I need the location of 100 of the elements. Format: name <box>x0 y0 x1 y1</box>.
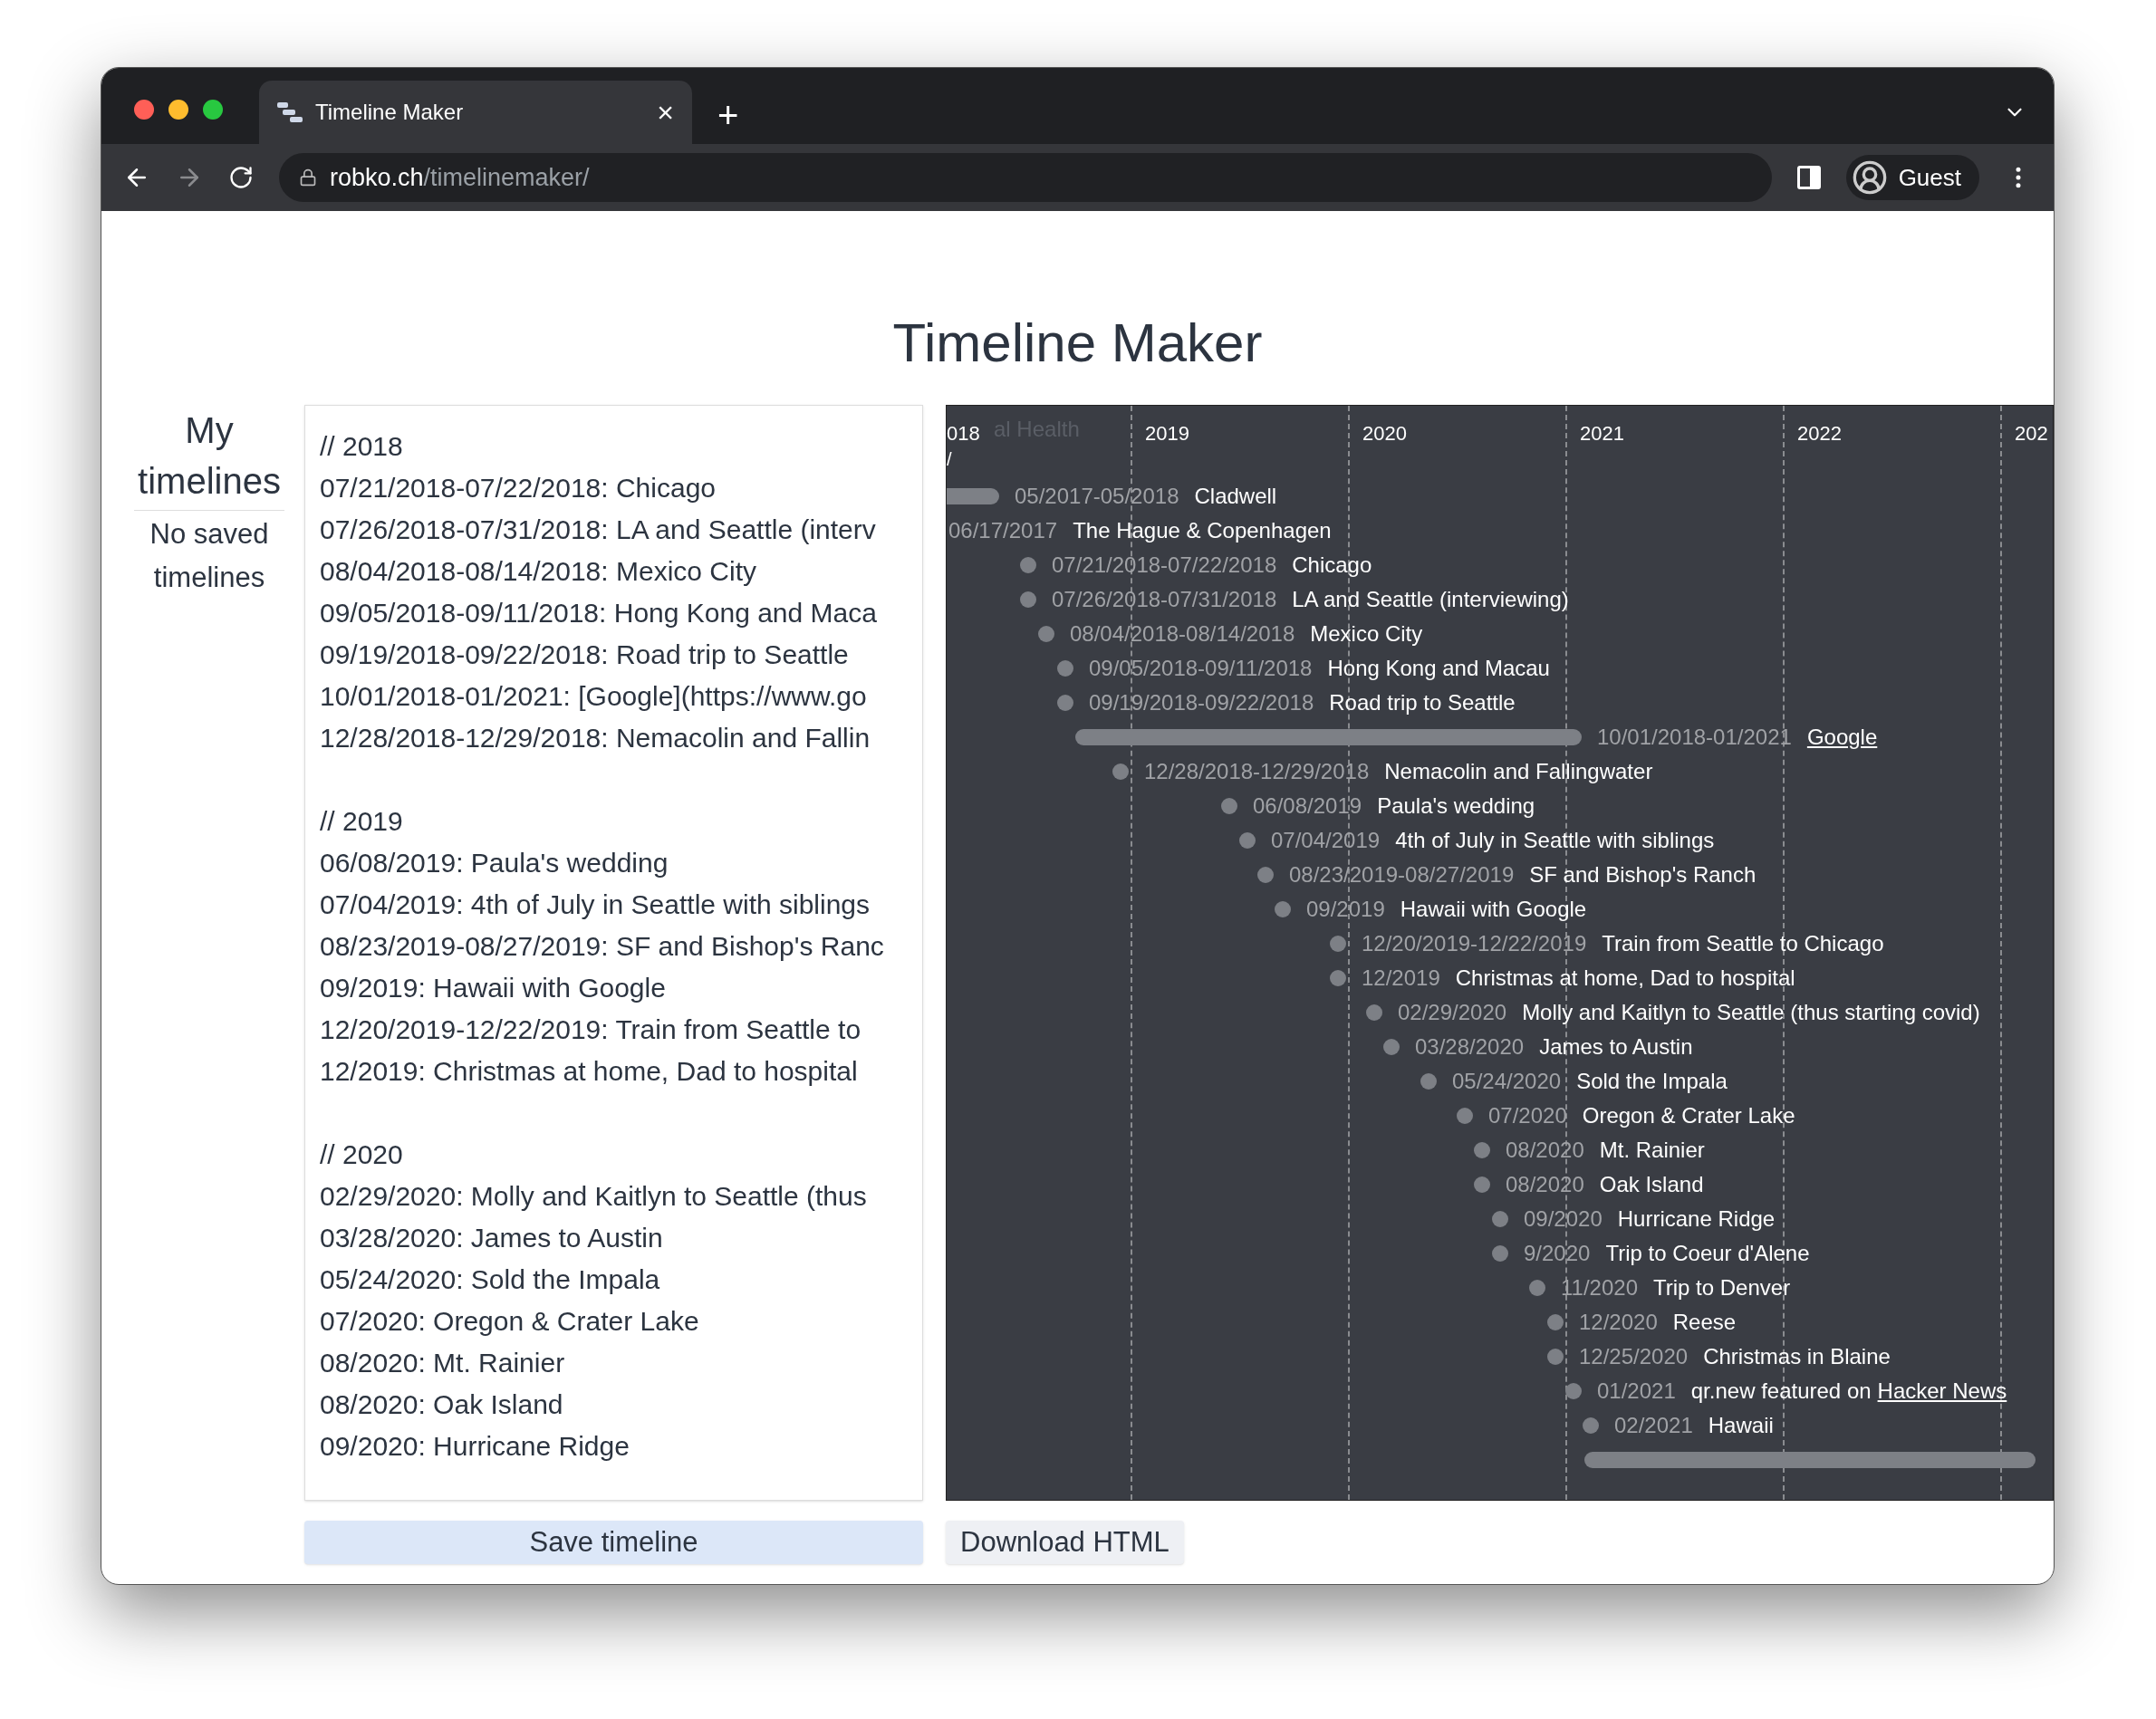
event-label: Reese <box>1672 1309 1737 1336</box>
page-title: Timeline Maker <box>891 316 1264 370</box>
event-date: 12/20/2019-12/22/2019 <box>1362 930 1587 957</box>
text-line: 08/04/2018-08/14/2018: Mexico City <box>320 555 756 588</box>
tab-close-button[interactable]: × <box>657 98 674 127</box>
event-label: Oak Island <box>1599 1171 1704 1198</box>
event-date: 12/2020 <box>1579 1309 1658 1336</box>
event-date: 06/17/2017 <box>948 517 1058 544</box>
empty-message: No saved timelines <box>149 517 270 595</box>
event-label: Trip to Denver <box>1653 1274 1791 1301</box>
event-label: Oregon & Crater Lake <box>1582 1102 1795 1129</box>
text-line: // 2020 <box>320 1138 403 1171</box>
event-date: 07/21/2018-07/22/2018 <box>1052 552 1277 579</box>
event-date: 02/29/2020 <box>1398 999 1507 1026</box>
event-date: 9/2020 <box>1524 1240 1591 1267</box>
event-date: 03/28/2020 <box>1415 1033 1525 1061</box>
event-label: Road trip to Seattle <box>1329 689 1516 716</box>
event-label: 4th of July in Seattle with siblings <box>1395 827 1715 854</box>
text-line: 10/01/2018-01/2021: [Google](https://www.go <box>320 680 867 713</box>
profile-button[interactable]: Guest <box>1845 155 1979 200</box>
event-label: Hawaii <box>1708 1412 1774 1439</box>
event-label: Mexico City <box>1310 620 1423 648</box>
event-date: 09/05/2018-09/11/2018 <box>1089 655 1313 682</box>
event-label: Hong Kong and Macau <box>1327 655 1550 682</box>
text-line: 07/2020: Oregon & Crater Lake <box>320 1305 699 1338</box>
text-line: 07/26/2018-07/31/2018: LA and Seattle (interv <box>320 514 876 546</box>
event-date: 05/2017-05/2018 <box>1015 483 1179 510</box>
event-label: Christmas in Blaine <box>1703 1343 1891 1370</box>
event-date: 12/25/2020 <box>1579 1343 1689 1370</box>
event-link[interactable]: Hacker News <box>1877 1375 2007 1407</box>
text-line: 07/21/2018-07/22/2018: Chicago <box>320 472 717 504</box>
event-date: 08/23/2019-08/27/2019 <box>1289 861 1515 888</box>
text-line: 09/19/2018-09/22/2018: Road trip to Seattle <box>320 639 849 671</box>
event-label: Cladwell <box>1194 483 1277 510</box>
text-line: 08/2020: Mt. Rainier <box>320 1347 565 1379</box>
event-date: 08/2020 <box>1506 1171 1584 1198</box>
lock-icon <box>299 168 317 187</box>
event-label: SF and Bishop's Ranch <box>1529 861 1757 888</box>
event-label: Mt. Rainier <box>1599 1137 1705 1164</box>
text-line: 09/05/2018-09/11/2018: Hong Kong and Maca <box>320 597 877 629</box>
year-label: 2019 <box>1145 421 1189 447</box>
event-date: 12/28/2018-12/29/2018 <box>1144 758 1370 785</box>
event-label: Trip to Coeur d'Alene <box>1605 1240 1810 1267</box>
event-label: Molly and Kaitlyn to Seattle (thus starting covid) <box>1522 999 1980 1026</box>
event-label: Hurricane Ridge <box>1617 1205 1776 1233</box>
url-text: robko.ch/timelinemaker/ <box>330 162 590 193</box>
event-date: 12/2019 <box>1362 965 1440 992</box>
event-label: Chicago <box>1292 552 1372 579</box>
text-line: 03/28/2020: James to Austin <box>320 1222 663 1254</box>
event-date: 07/2020 <box>1488 1102 1567 1129</box>
download-button[interactable]: Download HTML <box>946 1521 1184 1564</box>
timeline-icon <box>277 101 303 123</box>
text-line: 08/2020: Oak Island <box>320 1388 563 1421</box>
event-label: Paula's wedding <box>1377 792 1535 820</box>
event-label: Sold the Impala <box>1576 1068 1728 1095</box>
text-line: 12/28/2018-12/29/2018: Nemacolin and Fallin <box>320 722 871 754</box>
close-window-icon[interactable] <box>134 100 154 120</box>
text-line: 09/2019: Hawaii with Google <box>320 972 666 1004</box>
text-line: 12/2019: Christmas at home, Dad to hospital <box>320 1055 858 1088</box>
text-line: 12/20/2019-12/22/2019: Train from Seattle to <box>320 1013 861 1046</box>
event-label: Christmas at home, Dad to hospital <box>1455 965 1795 992</box>
address-bar[interactable]: robko.ch/timelinemaker/ <box>279 153 1772 202</box>
text-line: 06/08/2019: Paula's wedding <box>320 847 669 879</box>
save-button[interactable]: Save timeline <box>304 1521 923 1564</box>
event-date: 07/26/2018-07/31/2018 <box>1052 586 1277 613</box>
event-date: 05/24/2020 <box>1452 1068 1562 1095</box>
event-label: Nemacolin and Fallingwater <box>1384 758 1653 785</box>
event-date: 09/19/2018-09/22/2018 <box>1089 689 1314 716</box>
sidebar-toggle-icon[interactable] <box>1796 166 1821 189</box>
year-label: 018 <box>947 421 980 447</box>
event-date: 07/04/2019 <box>1271 827 1381 854</box>
new-tab-button[interactable]: + <box>717 97 739 133</box>
event-label: Hawaii with Google <box>1400 896 1587 923</box>
avatar-icon <box>1851 159 1888 196</box>
browser-tab[interactable]: Timeline Maker × <box>259 81 692 144</box>
tab-title: Timeline Maker <box>315 99 465 126</box>
reload-icon[interactable] <box>228 165 254 190</box>
text-line: 08/23/2019-08/27/2019: SF and Bishop's Ranc <box>320 930 884 963</box>
event-label: LA and Seattle (interviewing) <box>1292 586 1569 613</box>
event-date: 09/2020 <box>1524 1205 1603 1233</box>
text-line: 05/24/2020: Sold the Impala <box>320 1263 660 1296</box>
text-line: // 2019 <box>320 805 403 838</box>
year-label: 2021 <box>1580 421 1624 447</box>
text-line: // 2018 <box>320 430 403 463</box>
event-date: 08/04/2018-08/14/2018 <box>1070 620 1295 648</box>
text-line: 09/2020: Hurricane Ridge <box>320 1430 630 1463</box>
event-date: 02/2021 <box>1614 1412 1693 1439</box>
faded-mark: / <box>947 448 952 471</box>
timeline-bar <box>947 488 999 504</box>
event-link[interactable]: Google <box>1806 721 1878 754</box>
minimize-window-icon[interactable] <box>168 100 188 120</box>
maximize-window-icon[interactable] <box>203 100 223 120</box>
event-label: James to Austin <box>1539 1033 1693 1061</box>
event-date: 06/08/2019 <box>1253 792 1362 820</box>
year-label: 202 <box>2015 421 2048 447</box>
event-date: 09/2019 <box>1306 896 1385 923</box>
event-date: 08/2020 <box>1506 1137 1584 1164</box>
year-label: 2020 <box>1362 421 1407 447</box>
event-date: 11/2020 <box>1561 1274 1638 1301</box>
timeline-text-field[interactable] <box>304 405 923 1501</box>
